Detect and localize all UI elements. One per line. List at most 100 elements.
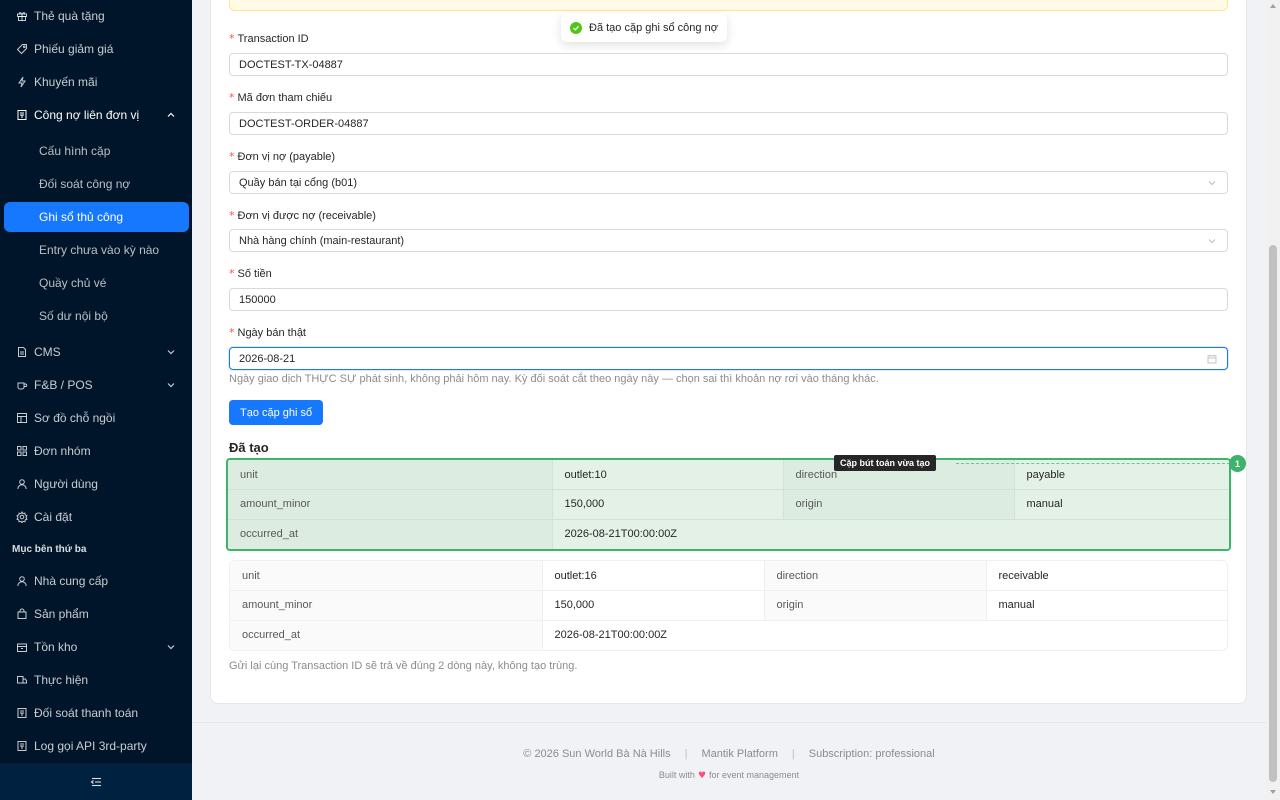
annotation-badge: 1 (1229, 455, 1246, 472)
sidebar: Thẻ quà tặng Phiếu giảm giá Khuyến mãi C… (0, 0, 192, 800)
sidebar-item-label: Thực hiện (34, 673, 89, 687)
file-icon (16, 346, 28, 358)
sale-date-picker[interactable]: 2026-08-21 (229, 347, 1228, 370)
sidebar-subitem-pair-config[interactable]: Cấu hình cặp (0, 136, 192, 166)
sidebar-subitem-debt-reconcile[interactable]: Đối soát công nợ (0, 169, 192, 199)
sidebar-item-label: Tồn kho (34, 640, 78, 654)
chevron-up-icon (167, 112, 175, 117)
reconcile-icon (16, 707, 28, 719)
sidebar-item-label: Quầy chủ vé (39, 276, 107, 290)
scroll-up-arrow-icon[interactable] (1270, 4, 1276, 8)
sidebar-item-label: Ghi sổ thủ công (39, 210, 124, 224)
create-pair-button[interactable]: Tạo cặp ghi sổ (229, 400, 324, 425)
sidebar-item-gift-cards[interactable]: Thẻ quà tặng (0, 1, 192, 31)
sidebar-item-label: Sản phẩm (34, 607, 89, 621)
footer-platform[interactable]: Mantik Platform (701, 748, 777, 760)
field-value: payable (1014, 460, 1229, 490)
chevron-down-icon (1208, 239, 1216, 244)
sidebar-item-label: Số dư nội bộ (39, 309, 108, 323)
sidebar-item-seat-map[interactable]: Sơ đồ chỗ ngồi (0, 403, 192, 433)
sidebar-item-label: Sơ đồ chỗ ngồi (34, 411, 116, 425)
annotation-connector (956, 463, 1230, 464)
toast-message: Đã tạo cặp ghi sổ công nợ (589, 21, 718, 34)
amount-label: * Số tiền (229, 267, 272, 280)
sidebar-subitem-internal-balance[interactable]: Số dư nội bộ (0, 301, 192, 331)
table-row: occurred_at 2026-08-21T00:00:00Z (228, 519, 1229, 549)
chevron-down-icon (167, 350, 175, 355)
field-key: unit (230, 561, 543, 591)
field-key: occurred_at (230, 620, 543, 650)
footer-built-prefix: Built with (658, 770, 695, 780)
table-row: unit outlet:16 direction receivable (230, 561, 1227, 591)
sidebar-item-fulfillment[interactable]: Thực hiện (0, 665, 192, 695)
sidebar-item-fnb-pos[interactable]: F&B / POS (0, 370, 192, 400)
scroll-thumb[interactable] (1269, 245, 1277, 782)
success-toast: Đã tạo cặp ghi sổ công nợ (561, 13, 727, 42)
transaction-id-input[interactable]: DOCTEST-TX-04887 (229, 53, 1228, 76)
created-section-title: Đã tạo (229, 440, 269, 455)
chevron-down-icon (167, 645, 175, 650)
created-entry-receivable: unit outlet:16 direction receivable amou… (229, 560, 1228, 651)
sidebar-item-products[interactable]: Sản phẩm (0, 599, 192, 629)
layout-icon (16, 412, 28, 424)
menu-fold-icon (90, 777, 101, 786)
field-value: 2026-08-21T00:00:00Z (552, 519, 1229, 549)
table-row: occurred_at 2026-08-21T00:00:00Z (230, 620, 1227, 650)
sidebar-item-users[interactable]: Người dùng (0, 469, 192, 499)
field-key: direction (764, 561, 987, 591)
order-ref-label: * Mã đơn tham chiếu (229, 91, 333, 104)
sidebar-item-coupons[interactable]: Phiếu giảm giá (0, 34, 192, 64)
page-scrollbar[interactable] (1266, 0, 1280, 800)
sale-date-help: Ngày giao dịch THỰC SỰ phát sinh, không … (229, 373, 879, 385)
sidebar-item-group-orders[interactable]: Đơn nhóm (0, 436, 192, 466)
sidebar-item-label: Đối soát thanh toán (34, 706, 139, 720)
payable-unit-label: * Đơn vị nợ (payable) (229, 150, 336, 163)
grid-icon (16, 445, 28, 457)
field-value: 150,000 (542, 590, 765, 621)
payable-unit-select[interactable]: Quầy bán tại cổng (b01) (229, 171, 1228, 194)
field-key: origin (764, 590, 987, 621)
field-value: 150,000 (552, 489, 784, 520)
sidebar-subitem-unassigned-entries[interactable]: Entry chưa vào kỳ nào (0, 235, 192, 265)
sidebar-item-label: Thẻ quà tặng (34, 9, 105, 23)
transaction-id-label: * Transaction ID (229, 32, 309, 45)
sidebar-item-label: Phiếu giảm giá (34, 42, 114, 56)
shopping-bag-icon (16, 608, 28, 620)
main-content: * Transaction ID DOCTEST-TX-04887 * Mã đơn… (192, 0, 1266, 800)
sidebar-item-inventory[interactable]: Tồn kho (0, 632, 192, 662)
sidebar-collapse-button[interactable] (0, 763, 192, 800)
input-value: DOCTEST-ORDER-04887 (239, 117, 369, 130)
sidebar-item-api-log[interactable]: Log gọi API 3rd-party (0, 731, 192, 761)
scroll-down-arrow-icon[interactable] (1270, 790, 1276, 794)
amount-input[interactable]: 150000 (229, 288, 1228, 311)
order-ref-input[interactable]: DOCTEST-ORDER-04887 (229, 112, 1228, 135)
field-value: manual (986, 590, 1227, 621)
field-value: receivable (986, 561, 1227, 591)
annotation-tooltip: Cặp bút toán vừa tạo (834, 455, 937, 471)
field-value: outlet:10 (552, 460, 784, 490)
sidebar-item-suppliers[interactable]: Nhà cung cấp (0, 566, 192, 596)
footer-built-suffix: for event management (709, 770, 800, 780)
sidebar-item-payment-reconcile[interactable]: Đối soát thanh toán (0, 698, 192, 728)
sidebar-item-label: Khuyến mãi (34, 75, 98, 89)
sidebar-item-promotions[interactable]: Khuyến mãi (0, 67, 192, 97)
field-value: manual (1014, 489, 1229, 520)
idempotency-note: Gửi lại cùng Transaction ID sẽ trả về đú… (229, 660, 578, 672)
tag-icon (16, 43, 28, 55)
sidebar-item-cms[interactable]: CMS (0, 337, 192, 367)
field-key: occurred_at (228, 519, 553, 549)
sidebar-item-label: Log gọi API 3rd-party (34, 739, 147, 753)
sidebar-subitem-ticket-owner[interactable]: Quầy chủ vé (0, 268, 192, 298)
user-icon (16, 478, 28, 490)
field-key: origin (783, 489, 1015, 520)
gear-icon (16, 511, 28, 523)
created-entry-payable: unit outlet:10 direction payable amount_… (226, 458, 1231, 551)
log-icon (16, 740, 28, 752)
coffee-icon (16, 379, 28, 391)
sidebar-subitem-manual-posting[interactable]: Ghi sổ thủ công (4, 202, 189, 232)
footer-subscription: Subscription: professional (808, 748, 935, 760)
receivable-unit-select[interactable]: Nhà hàng chính (main-restaurant) (229, 229, 1228, 252)
receivable-unit-label: * Đơn vị được nợ (receivable) (229, 209, 376, 222)
sidebar-group-interunit-debt[interactable]: Công nợ liên đơn vị (0, 100, 192, 130)
sidebar-item-settings[interactable]: Cài đặt (0, 502, 192, 532)
